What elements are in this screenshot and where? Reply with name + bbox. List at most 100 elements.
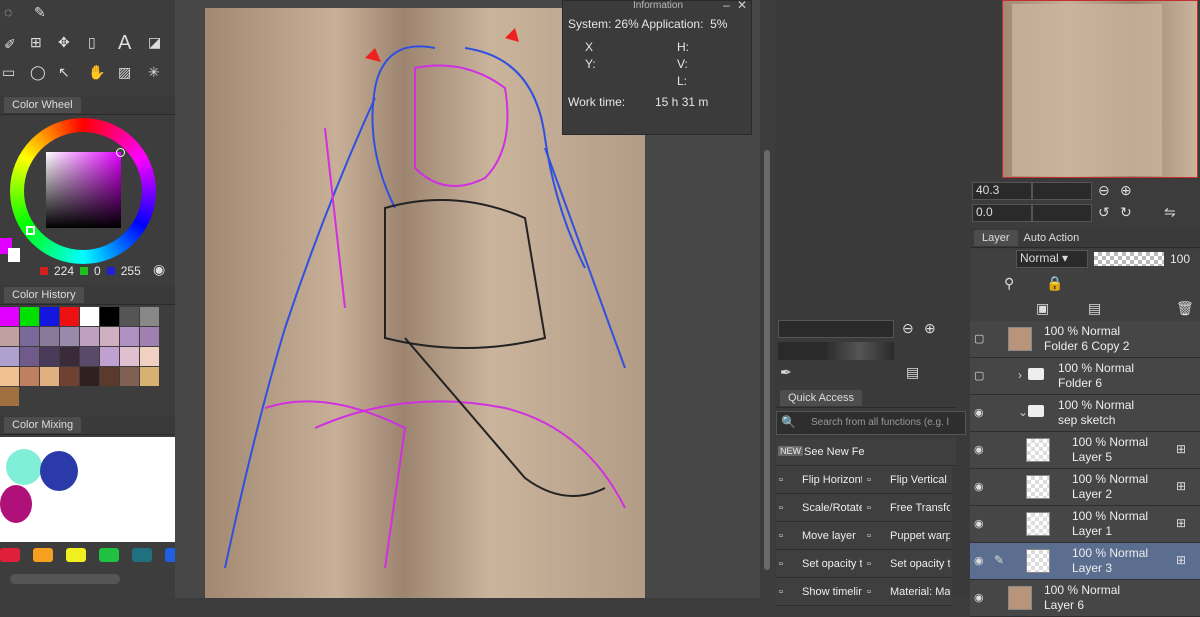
color-history-swatch[interactable] [100,367,119,386]
sv-handle[interactable] [26,226,35,235]
visibility-eye-icon[interactable]: ◉ [974,480,988,493]
color-history-swatch[interactable] [0,347,19,366]
saturation-square[interactable] [46,152,121,228]
opacity-value[interactable]: 100 [1170,252,1190,266]
color-history-swatch[interactable] [120,347,139,366]
folder-icon[interactable]: ▤ [906,364,919,381]
hand-icon[interactable]: ✋ [88,64,105,81]
color-history-swatch[interactable] [100,327,119,346]
color-history-swatch[interactable] [40,347,59,366]
color-history-swatch[interactable] [20,307,39,326]
rotate-right-icon[interactable]: ↻ [1120,204,1132,221]
color-history-swatch[interactable] [80,367,99,386]
hue-handle[interactable] [116,148,125,157]
layer-row[interactable]: ▢ › 100 % Normal Folder 6 [970,358,1200,395]
zoom-out-nav-icon[interactable]: ⊖ [1098,182,1110,199]
lock-icon[interactable]: 🔒 [1046,275,1063,292]
mixing-palette-swatch[interactable] [33,548,53,562]
color-history-swatch[interactable] [20,347,39,366]
layer-row[interactable]: ◉ ⌄ 100 % Normal sep sketch [970,395,1200,432]
folder-toggle-icon[interactable]: › [1018,368,1022,382]
layer-row[interactable]: ◉ 100 % Normal Layer 6 [970,580,1200,617]
rotate-slider[interactable] [1032,204,1092,222]
grid-icon[interactable]: ⊞ [30,34,42,51]
visibility-eye-icon[interactable]: ◉ [974,591,988,604]
quick-access-item[interactable]: ▫ Set opacity to [864,550,952,578]
color-history-swatch[interactable] [40,307,59,326]
color-history-swatch[interactable] [120,327,139,346]
color-history-swatch[interactable] [140,307,159,326]
color-history-swatch[interactable] [80,327,99,346]
layer-row[interactable]: ◉ 100 % Normal Layer 1 ⊞ [970,506,1200,543]
layer-row[interactable]: ◉ 100 % Normal Layer 2 ⊞ [970,469,1200,506]
quick-access-item[interactable]: ▫ Material: Ma [864,578,952,606]
mixing-palette-swatch[interactable] [0,548,20,562]
quick-access-item[interactable]: ▫ Puppet warp [864,522,952,550]
zoom-in-nav-icon[interactable]: ⊕ [1120,182,1132,199]
eyedropper-icon[interactable]: ✎ [34,4,46,21]
magic-wand-icon[interactable]: ✳ [148,64,160,81]
rotate-field[interactable]: 0.0 [972,204,1032,222]
color-history-swatch[interactable] [140,347,159,366]
quick-access-item[interactable]: ▫ Flip Vertical [864,466,952,494]
tab-auto-action[interactable]: Auto Action [1024,232,1080,244]
color-history-swatch[interactable] [60,367,79,386]
color-history-swatch[interactable] [140,367,159,386]
quick-access-item[interactable]: ▫ Set opacity to [776,550,864,578]
color-history-swatch[interactable] [60,347,79,366]
visibility-eye-icon[interactable]: ▢ [974,369,988,382]
quick-access-item[interactable]: ▫ Show timelin [776,578,864,606]
zoom-in-icon[interactable]: ⊕ [924,320,936,337]
visibility-eye-icon[interactable]: ◉ [974,406,988,419]
info-close-icon[interactable]: ✕ [737,0,747,12]
tab-color-wheel[interactable]: Color Wheel [4,96,81,113]
visibility-eye-icon[interactable]: ◉ [974,554,988,567]
color-history-swatch[interactable] [40,367,59,386]
color-history-swatch[interactable] [0,307,19,326]
move-icon[interactable]: ✥ [58,34,70,51]
blend-mode-select[interactable]: Normal ▾ [1016,250,1088,268]
select-arrow-icon[interactable]: ↖ [58,64,70,81]
brush-curve-bar[interactable] [778,342,894,360]
mixing-palette-swatch[interactable] [99,548,119,562]
visibility-eye-icon[interactable]: ◉ [974,443,988,456]
color-history-swatch[interactable] [80,347,99,366]
new-layer-icon[interactable]: ▣ [1036,300,1049,317]
quick-access-item[interactable]: ▫ Move layer [776,522,864,550]
color-history-swatch[interactable] [100,347,119,366]
new-folder-icon[interactable]: ▤ [1088,300,1101,317]
color-history-swatch[interactable] [0,327,19,346]
eyedropper-icon[interactable]: ✒ [780,364,792,381]
color-history-swatch[interactable] [60,327,79,346]
color-history-swatch[interactable] [0,367,19,386]
color-history-swatch[interactable] [60,307,79,326]
bottom-scroll[interactable] [10,574,120,584]
quick-access-search[interactable]: 🔍 Search from all functions (e.g. l [776,411,966,435]
tab-color-mixing[interactable]: Color Mixing [4,416,82,433]
fill-icon[interactable]: ◪ [148,34,161,51]
color-mixing-canvas[interactable] [0,437,175,542]
visibility-eye-icon[interactable]: ◉ [974,517,988,530]
rotate-left-icon[interactable]: ↺ [1098,204,1110,221]
zoom-field[interactable]: 40.3 [972,182,1032,200]
zoom-out-icon[interactable]: ⊖ [902,320,914,337]
pen-icon[interactable]: ✐ [4,36,16,53]
flip-icon[interactable]: ⇋ [1164,204,1176,221]
info-minimize-icon[interactable]: – [723,0,730,12]
opacity-slider[interactable] [1094,252,1164,266]
delete-layer-icon[interactable]: 🗑 [1176,300,1194,317]
rectangle-select-icon[interactable]: ▭ [2,64,15,81]
color-history-swatch[interactable] [120,307,139,326]
color-history-swatch[interactable] [140,327,159,346]
brush-size-bar[interactable] [778,320,894,338]
color-history-swatch[interactable] [120,367,139,386]
quick-access-item[interactable]: ▫ Free Transfo [864,494,952,522]
tab-color-history[interactable]: Color History [4,286,84,303]
see-new-features[interactable]: NEW See New Fe [776,438,956,466]
zoom-slider[interactable] [1032,182,1092,200]
gradient-icon[interactable]: ▨ [118,64,131,81]
color-history-swatch[interactable] [40,327,59,346]
visibility-eye-icon[interactable]: ▢ [974,332,988,345]
lasso-icon[interactable]: ◌ [4,4,12,20]
layer-row[interactable]: ◉ 100 % Normal Layer 5 ⊞ [970,432,1200,469]
